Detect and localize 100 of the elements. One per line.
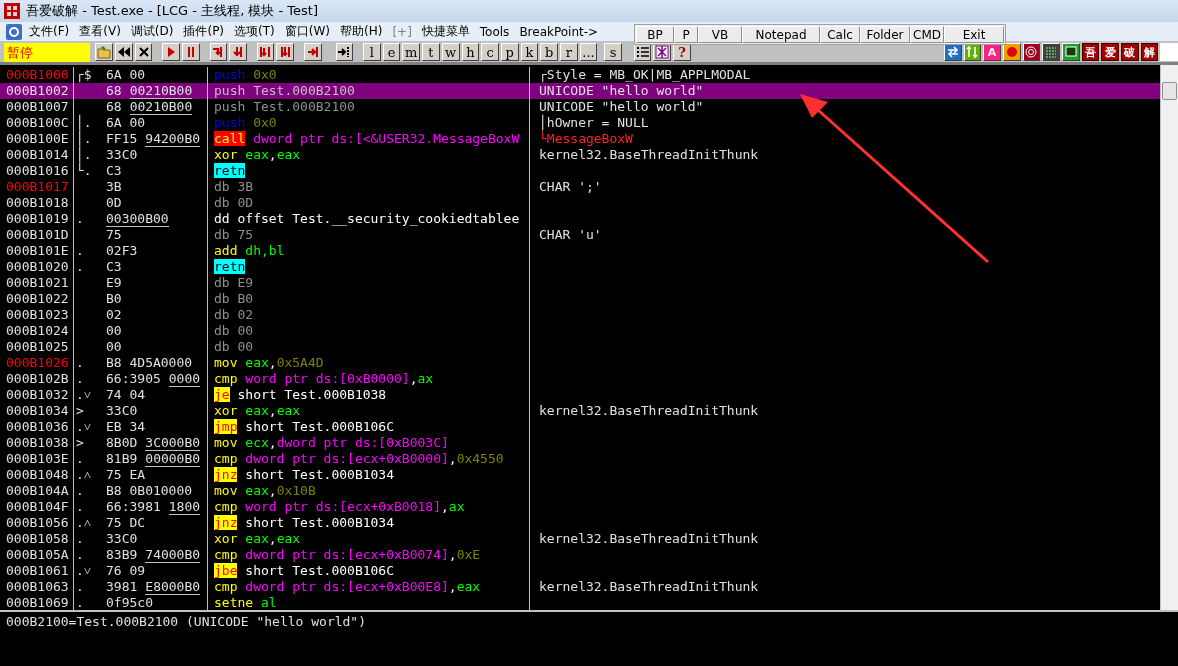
window-shortcut-button[interactable]: k bbox=[520, 43, 539, 61]
hex-bytes: 6A 00 bbox=[106, 115, 146, 131]
comment: CHAR 'u' bbox=[539, 227, 602, 243]
code-row[interactable]: 000B1007 68 00210B00 push Test.000B2100 UNICODE "hello world" bbox=[0, 99, 1160, 115]
code-row[interactable]: 000B1056 .˄ 75 DC jnz short Test.000B1034 bbox=[0, 515, 1160, 531]
code-row[interactable]: 000B1032 .˅ 74 04 je short Test.000B1038 bbox=[0, 387, 1160, 403]
tool-button[interactable]: Exit bbox=[944, 26, 1004, 43]
menu-item[interactable]: 快捷菜单 bbox=[418, 23, 473, 40]
address: 000B1023 bbox=[6, 307, 69, 323]
code-row[interactable]: 000B1017 3B db 3B CHAR ';' bbox=[0, 179, 1160, 195]
tool-button[interactable]: VB bbox=[698, 26, 742, 43]
menu-item[interactable]: 调试(D) bbox=[127, 23, 177, 40]
menu-item[interactable]: BreakPoint-> bbox=[516, 24, 602, 39]
code-row[interactable]: 000B1022 B0 db B0 bbox=[0, 291, 1160, 307]
record-icon[interactable] bbox=[1002, 43, 1021, 61]
tool-button[interactable]: Folder bbox=[860, 26, 910, 43]
jump-marker: .˅ bbox=[75, 563, 93, 579]
menu-item[interactable]: 插件(P) bbox=[180, 23, 228, 40]
code-row[interactable]: 000B1026 . B8 4D5A0000 mov eax,0x5A4D bbox=[0, 355, 1160, 371]
go-to-icon[interactable] bbox=[335, 43, 354, 61]
code-row[interactable]: 000B1002 68 00210B00 push Test.000B2100 UNICODE "hello world" bbox=[0, 83, 1160, 99]
instruction: db 02 bbox=[214, 307, 254, 323]
target-icon[interactable] bbox=[1022, 43, 1041, 61]
tool-button[interactable]: Notepad bbox=[742, 26, 820, 43]
code-row[interactable]: 000B1038 > 8B0D 3C000B0 mov ecx,dword ptr ds:[0xB003C] bbox=[0, 435, 1160, 451]
step-into-icon[interactable] bbox=[209, 43, 228, 61]
brand-button[interactable]: 爱 bbox=[1101, 43, 1120, 61]
open-folder-icon[interactable] bbox=[95, 43, 113, 61]
return-icon[interactable] bbox=[304, 43, 322, 61]
window-shortcut-button[interactable]: t bbox=[422, 43, 440, 61]
code-row[interactable]: 000B1025 00 db 00 bbox=[0, 339, 1160, 355]
close-icon[interactable] bbox=[134, 43, 153, 61]
address: 000B1019 bbox=[6, 211, 69, 227]
window-shortcut-button[interactable]: r bbox=[559, 43, 578, 61]
window-shortcut-button[interactable]: e bbox=[382, 43, 401, 61]
tool-button[interactable]: P bbox=[674, 26, 698, 43]
tool-button[interactable]: BP bbox=[636, 26, 674, 43]
tool-button[interactable]: CMD bbox=[910, 26, 944, 43]
window-title: 吾爱破解 - Test.exe - [LCG - 主线程, 模块 - Test] bbox=[26, 2, 319, 20]
code-row[interactable]: 000B1020 . C3 retn bbox=[0, 259, 1160, 275]
hex-bytes: 02F3 bbox=[106, 243, 138, 259]
code-row[interactable]: 000B1036 .˅ EB 34 jmp short Test.000B106C bbox=[0, 419, 1160, 435]
rewind-icon[interactable] bbox=[115, 43, 133, 61]
code-row[interactable]: 000B100E │. FF15 94200B0 call dword ptr ds:[<&USER32.MessageBoxW └MessageBoxW bbox=[0, 131, 1160, 147]
hex-bytes: 75 DC bbox=[106, 515, 146, 531]
code-row[interactable]: 000B1063 . 3981 E8000B0 cmp dword ptr ds:[ecx+0xB00E8],eax kernel32.BaseThreadInitThunk bbox=[0, 579, 1160, 595]
code-row[interactable]: 000B1023 02 db 02 bbox=[0, 307, 1160, 323]
hex-reference: 94200B0 bbox=[145, 131, 201, 147]
window-shortcut-button[interactable]: b bbox=[540, 43, 558, 61]
window-shortcut-button[interactable]: l bbox=[363, 43, 381, 61]
code-row[interactable]: 000B1061 .˅ 76 09 jbe short Test.000B106C bbox=[0, 563, 1160, 579]
comment: kernel32.BaseThreadInitThunk bbox=[539, 147, 759, 163]
menu-item[interactable]: 查看(V) bbox=[76, 23, 124, 40]
list-icon[interactable] bbox=[633, 43, 652, 61]
brand-button[interactable]: 破 bbox=[1121, 43, 1139, 61]
address: 000B102B bbox=[6, 371, 69, 387]
instruction: db 3B bbox=[214, 179, 254, 195]
trace-into-icon[interactable] bbox=[256, 43, 275, 61]
menu-item[interactable]: 选项(T) bbox=[231, 23, 278, 40]
scrollbar[interactable] bbox=[1160, 65, 1178, 610]
window-shortcut-button[interactable]: m bbox=[402, 43, 421, 61]
hex-bytes: 33C0 bbox=[106, 147, 138, 163]
code-row[interactable]: 000B1016 └. C3 retn bbox=[0, 163, 1160, 179]
menu-item[interactable]: 帮助(H) bbox=[337, 23, 386, 40]
menu-item[interactable]: Tools bbox=[476, 24, 513, 39]
code-row[interactable]: 000B1019 . 00300B00 dd offset Test.__security_cookiedtablee bbox=[0, 211, 1160, 227]
code-row[interactable]: 000B101D 75 db 75 CHAR 'u' bbox=[0, 227, 1160, 243]
address: 000B1007 bbox=[6, 99, 69, 115]
trace-over-icon[interactable] bbox=[276, 43, 295, 61]
window-shortcut-button[interactable]: h bbox=[461, 43, 480, 61]
address: 000B1069 bbox=[6, 595, 69, 610]
code-row[interactable]: 000B1058 . 33C0 xor eax,eax kernel32.BaseThreadInitThunk bbox=[0, 531, 1160, 547]
code-row[interactable]: 000B1024 00 db 00 bbox=[0, 323, 1160, 339]
hex-bytes: 3B bbox=[106, 179, 122, 195]
instruction: add dh,bl bbox=[214, 243, 285, 259]
window-shortcut-button[interactable]: c bbox=[481, 43, 499, 61]
brand-button[interactable]: 解 bbox=[1140, 43, 1159, 61]
instruction: mov ecx,dword ptr ds:[0xB003C] bbox=[214, 435, 449, 451]
hex-reference: 00210B00 bbox=[129, 83, 193, 99]
menu-item[interactable]: 文件(F) bbox=[26, 23, 73, 40]
brand-button[interactable]: 吾 bbox=[1081, 43, 1100, 61]
step-over-icon[interactable] bbox=[229, 43, 247, 61]
jump-marker: . bbox=[75, 595, 85, 610]
window-shortcut-button[interactable]: s bbox=[604, 43, 622, 61]
pause-icon[interactable] bbox=[181, 43, 200, 61]
window-shortcut-button[interactable]: p bbox=[500, 43, 519, 61]
window-shortcut-button[interactable]: w bbox=[441, 43, 460, 61]
jump-marker: . bbox=[75, 211, 85, 227]
code-row[interactable]: 000B1018 0D db 0D bbox=[0, 195, 1160, 211]
panel-icon[interactable] bbox=[1061, 43, 1080, 61]
code-row[interactable]: 000B1048 .˄ 75 EA jnz short Test.000B1034 bbox=[0, 467, 1160, 483]
menu-item[interactable]: 窗口(W) bbox=[281, 23, 333, 40]
code-row[interactable]: 000B1021 E9 db E9 bbox=[0, 275, 1160, 291]
code-row[interactable]: 000B104A . B8 0B010000 mov eax,0x10B bbox=[0, 483, 1160, 499]
instruction: db E9 bbox=[214, 275, 254, 291]
hex-bytes: 68 bbox=[106, 99, 122, 115]
play-icon[interactable] bbox=[162, 43, 180, 61]
binary-icon[interactable] bbox=[1042, 43, 1060, 61]
tool-button[interactable]: Calc bbox=[820, 26, 860, 43]
window-shortcut-button[interactable]: ... bbox=[579, 43, 598, 61]
